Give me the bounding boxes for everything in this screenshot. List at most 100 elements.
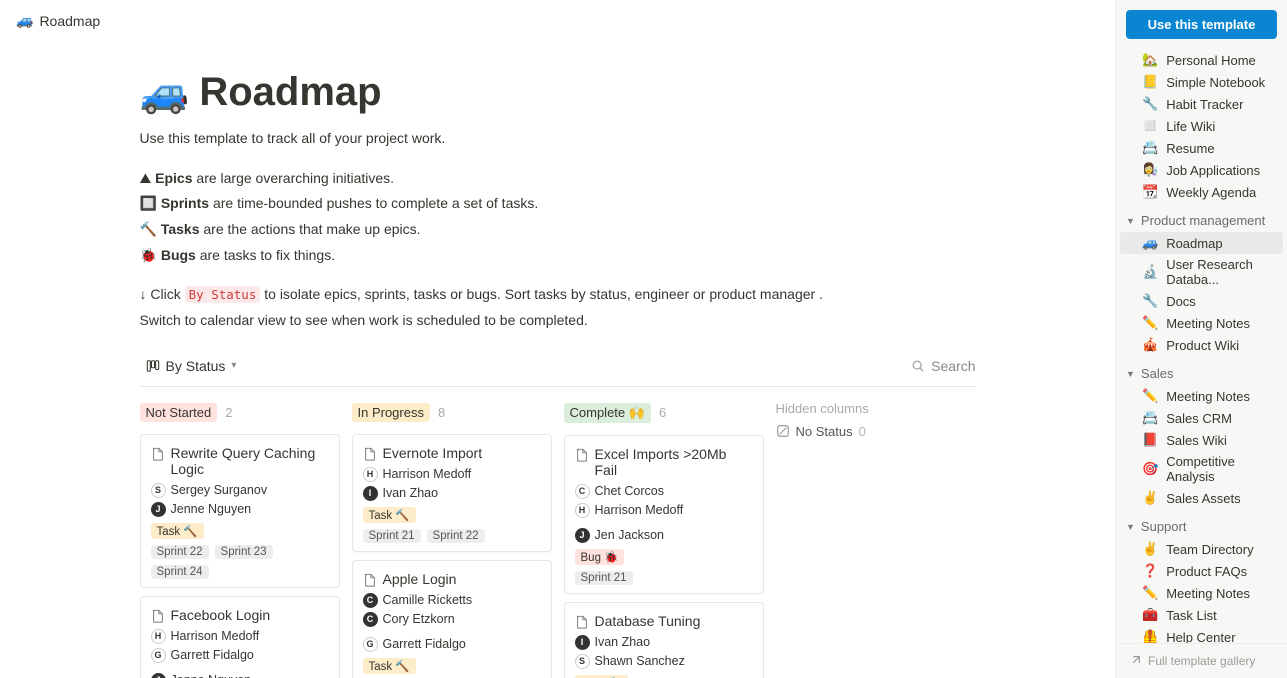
sidebar-item[interactable]: 🦺 Help Center [1120, 626, 1283, 643]
sidebar-item-label: Personal Home [1166, 53, 1256, 68]
sidebar-item[interactable]: 🎯 Competitive Analysis [1120, 451, 1283, 487]
card-title: Facebook Login [171, 607, 271, 623]
sidebar-item[interactable]: 🔧 Habit Tracker [1120, 93, 1283, 115]
board-icon [146, 359, 160, 373]
view-label: By Status [166, 358, 226, 374]
board-card[interactable]: Apple Login CCamille RickettsCCory Etzko… [352, 560, 552, 678]
assignee: CChet Corcos [575, 484, 664, 499]
avatar: C [575, 484, 590, 499]
sidebar-item[interactable]: 📇 Sales CRM [1120, 407, 1283, 429]
sidebar-item[interactable]: 🔬 User Research Databa... [1120, 254, 1283, 290]
page-icon [575, 615, 589, 629]
description-bullet: 🔲 Sprints are time-bounded pushes to com… [140, 193, 976, 215]
card-title: Apple Login [383, 571, 457, 587]
sidebar-item-icon: 🦺 [1142, 629, 1158, 643]
board-column-in-progress: In Progress 8 Evernote Import HHarrison … [352, 401, 552, 678]
breadcrumb[interactable]: 🚙 Roadmap [0, 0, 1115, 41]
sidebar-item-label: Habit Tracker [1166, 97, 1243, 112]
hidden-column-item[interactable]: No Status0 [776, 424, 936, 439]
sidebar-item-label: Simple Notebook [1166, 75, 1265, 90]
page-icon [363, 573, 377, 587]
search-label: Search [931, 358, 975, 374]
sprint-tag: Sprint 23 [215, 545, 273, 559]
assignee: JJenne Nguyen [151, 673, 252, 678]
sidebar-item[interactable]: ✌️ Sales Assets [1120, 487, 1283, 509]
page-emoji[interactable]: 🚙 [140, 69, 190, 116]
sidebar-item[interactable]: 📆 Weekly Agenda [1120, 181, 1283, 203]
assignee: GGarrett Fidalgo [363, 637, 466, 652]
column-header[interactable]: Not Started 2 [140, 401, 340, 424]
column-title: In Progress [352, 403, 430, 422]
breadcrumb-title: Roadmap [39, 13, 100, 29]
assignee: SSergey Surganov [151, 483, 268, 498]
sidebar-group-title: Sales [1141, 366, 1174, 381]
sidebar-item[interactable]: 📒 Simple Notebook [1120, 71, 1283, 93]
sidebar-group-header[interactable]: ▼Product management [1116, 203, 1287, 232]
board-card[interactable]: Database Tuning IIvan ZhaoSShawn Sanchez… [564, 602, 764, 678]
page-icon [363, 447, 377, 461]
sidebar-item[interactable]: ❓ Product FAQs [1120, 560, 1283, 582]
sidebar-item[interactable]: 🧰 Task List [1120, 604, 1283, 626]
sidebar-item[interactable]: ✏️ Meeting Notes [1120, 312, 1283, 334]
sidebar-item-icon: 📇 [1142, 140, 1158, 156]
sidebar-item[interactable]: 🎪 Product Wiki [1120, 334, 1283, 356]
sidebar-item[interactable]: ✏️ Meeting Notes [1120, 385, 1283, 407]
column-header[interactable]: Complete 🙌 6 [564, 401, 764, 425]
sprint-tag: Sprint 22 [427, 529, 485, 543]
search-button[interactable]: Search [911, 358, 975, 374]
sidebar-item[interactable]: 🚙 Roadmap [1120, 232, 1283, 254]
board-card[interactable]: Excel Imports >20Mb Fail CChet CorcosHHa… [564, 435, 764, 594]
sidebar-group-title: Product management [1141, 213, 1265, 228]
view-selector[interactable]: By Status ▾ [140, 354, 243, 378]
no-status-icon [776, 424, 790, 438]
column-count: 2 [225, 405, 232, 420]
board-card[interactable]: Evernote Import HHarrison MedoffIIvan Zh… [352, 434, 552, 552]
sidebar-item-label: Weekly Agenda [1166, 185, 1256, 200]
assignee: JJen Jackson [575, 528, 664, 543]
avatar: J [151, 502, 166, 517]
external-link-icon [1128, 654, 1142, 668]
sprint-tag: Sprint 21 [363, 529, 421, 543]
sidebar-item-label: Task List [1166, 608, 1217, 623]
sidebar-item-label: Sales CRM [1166, 411, 1232, 426]
sidebar-item-label: User Research Databa... [1166, 257, 1271, 287]
type-tag: Task 🔨 [363, 658, 416, 674]
template-sidebar: Use this template 🏡 Personal Home 📒 Simp… [1115, 0, 1287, 678]
column-title: Complete 🙌 [564, 403, 651, 423]
sidebar-item-icon: 🧰 [1142, 607, 1158, 623]
full-template-gallery-link[interactable]: Full template gallery [1116, 643, 1287, 678]
board-card[interactable]: Rewrite Query Caching Logic SSergey Surg… [140, 434, 340, 588]
assignee: CCamille Ricketts [363, 593, 473, 608]
sidebar-item[interactable]: ◻️ Life Wiki [1120, 115, 1283, 137]
sidebar-item[interactable]: 👩‍🔬 Job Applications [1120, 159, 1283, 181]
avatar: J [575, 528, 590, 543]
sidebar-item-label: Competitive Analysis [1166, 454, 1271, 484]
type-tag: Task 🔨 [151, 523, 204, 539]
sprint-tag: Sprint 24 [151, 565, 209, 579]
sidebar-item[interactable]: 📇 Resume [1120, 137, 1283, 159]
sidebar-item-icon: ❓ [1142, 563, 1158, 579]
sidebar-group-header[interactable]: ▼Support [1116, 509, 1287, 538]
board-card[interactable]: Facebook Login HHarrison MedoffGGarrett … [140, 596, 340, 678]
use-template-button[interactable]: Use this template [1126, 10, 1277, 39]
description-bullet: 🔨 Tasks are the actions that make up epi… [140, 219, 976, 241]
sidebar-item-icon: 📇 [1142, 410, 1158, 426]
sidebar-item-icon: 👩‍🔬 [1142, 162, 1158, 178]
chevron-down-icon: ▾ [231, 360, 236, 371]
column-count: 8 [438, 405, 445, 420]
assignee: IIvan Zhao [575, 635, 651, 650]
sidebar-item[interactable]: 🏡 Personal Home [1120, 49, 1283, 71]
assignee: IIvan Zhao [363, 486, 439, 501]
sidebar-item-label: Meeting Notes [1166, 586, 1250, 601]
sidebar-item[interactable]: ✌️ Team Directory [1120, 538, 1283, 560]
column-header[interactable]: In Progress 8 [352, 401, 552, 424]
sidebar-item[interactable]: 📕 Sales Wiki [1120, 429, 1283, 451]
sidebar-item-label: Help Center [1166, 630, 1235, 644]
sidebar-item[interactable]: 🔧 Docs [1120, 290, 1283, 312]
sidebar-item-label: Sales Assets [1166, 491, 1240, 506]
card-title: Evernote Import [383, 445, 483, 461]
sidebar-item[interactable]: ✏️ Meeting Notes [1120, 582, 1283, 604]
sidebar-group-header[interactable]: ▼ Sales [1116, 356, 1287, 385]
triangle-down-icon: ▼ [1126, 369, 1135, 379]
column-title: Not Started [140, 403, 218, 422]
